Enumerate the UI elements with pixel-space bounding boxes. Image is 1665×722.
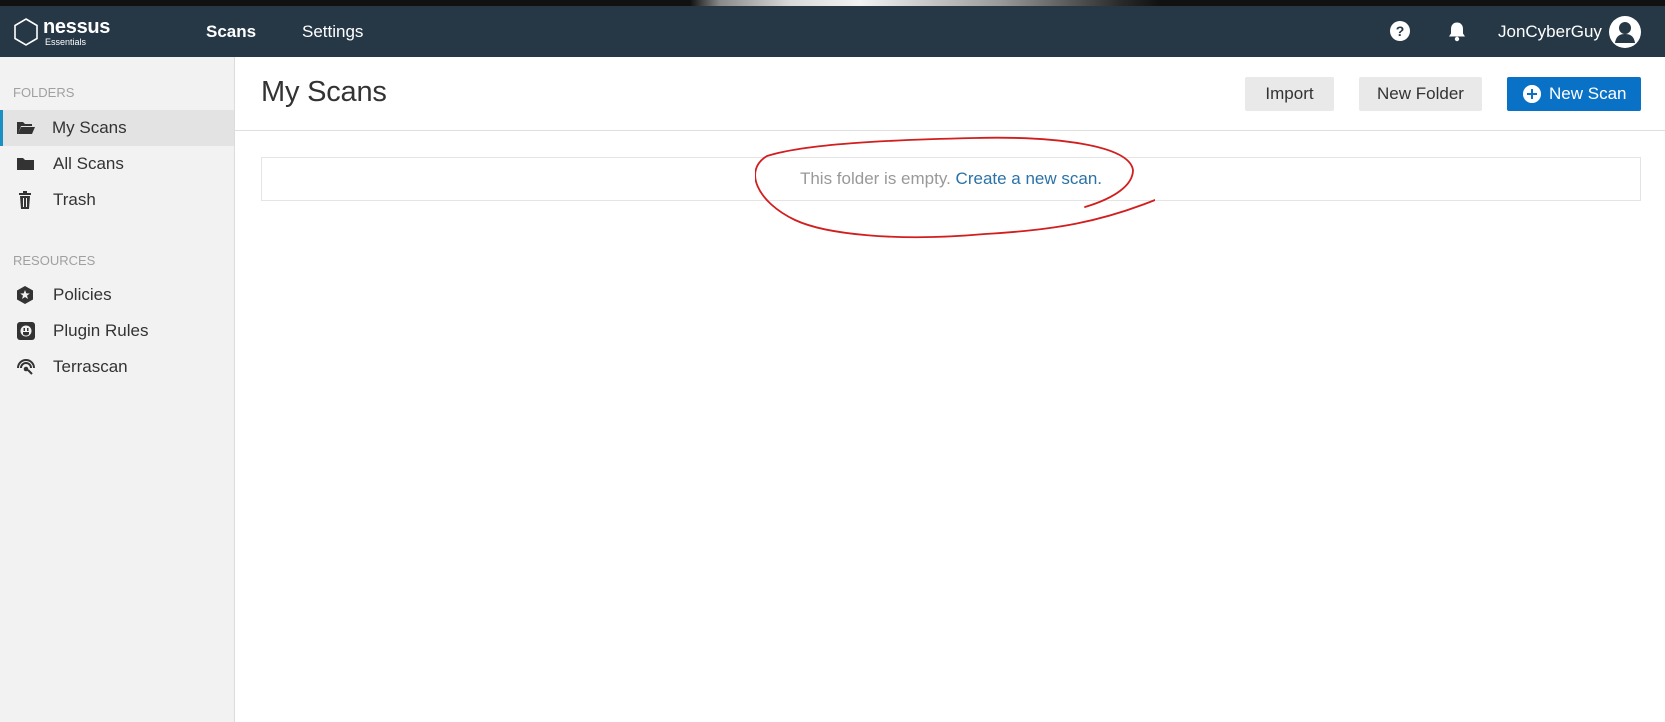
resources-heading: RESOURCES [13,253,96,268]
import-button[interactable]: Import [1245,77,1334,111]
main-content: My Scans Import New Folder New Scan This… [235,57,1665,722]
user-avatar-icon[interactable] [1609,16,1641,48]
sidebar-item-label: All Scans [53,154,124,173]
sidebar-item-policies[interactable]: Policies [0,277,234,313]
create-new-scan-link[interactable]: Create a new scan [956,169,1098,188]
shield-star-icon [17,286,33,304]
sidebar-item-terrascan[interactable]: Terrascan [0,349,234,385]
sidebar-item-all-scans[interactable]: All Scans [0,146,234,182]
header-divider [235,130,1665,131]
trash-icon [19,191,31,209]
nav-settings[interactable]: Settings [302,6,363,57]
sidebar-item-label: Policies [53,285,112,304]
nessus-logo[interactable]: nessus Essentials [12,15,110,49]
empty-link-suffix: . [1097,169,1103,188]
username[interactable]: JonCyberGuy [1498,6,1602,57]
new-scan-button[interactable]: New Scan [1507,77,1641,111]
radar-icon [17,359,35,375]
folders-heading: FOLDERS [13,85,75,100]
brand-name: nessus [43,16,111,38]
brand-edition: Essentials [45,37,87,47]
empty-message-text: This folder is empty. [799,169,951,188]
sidebar-item-plugin-rules[interactable]: Plugin Rules [0,313,234,349]
help-icon[interactable]: ? [1390,21,1410,41]
hexagon-logo-icon [14,18,38,46]
top-navbar: nessus Essentials Scans Settings ? JonCy… [0,6,1665,57]
sidebar-item-label: My Scans [52,118,127,137]
plus-circle-icon [1523,85,1541,103]
sidebar-item-label: Trash [53,190,96,209]
new-scan-label: New Scan [1549,84,1627,103]
folder-open-icon [17,122,35,134]
folder-icon [17,158,34,170]
page-title: My Scans [261,76,387,108]
plugin-icon [17,322,35,340]
new-folder-button[interactable]: New Folder [1359,77,1482,111]
sidebar-item-label: Terrascan [53,357,128,376]
sidebar: FOLDERS My Scans All Scans Trash RESOURC… [0,57,235,722]
sidebar-item-trash[interactable]: Trash [0,182,234,218]
sidebar-item-my-scans[interactable]: My Scans [0,110,234,146]
empty-folder-message: This folder is empty. Create a new scan. [261,157,1641,201]
bell-icon[interactable] [1447,21,1467,43]
nav-scans[interactable]: Scans [206,6,256,57]
sidebar-item-label: Plugin Rules [53,321,149,340]
